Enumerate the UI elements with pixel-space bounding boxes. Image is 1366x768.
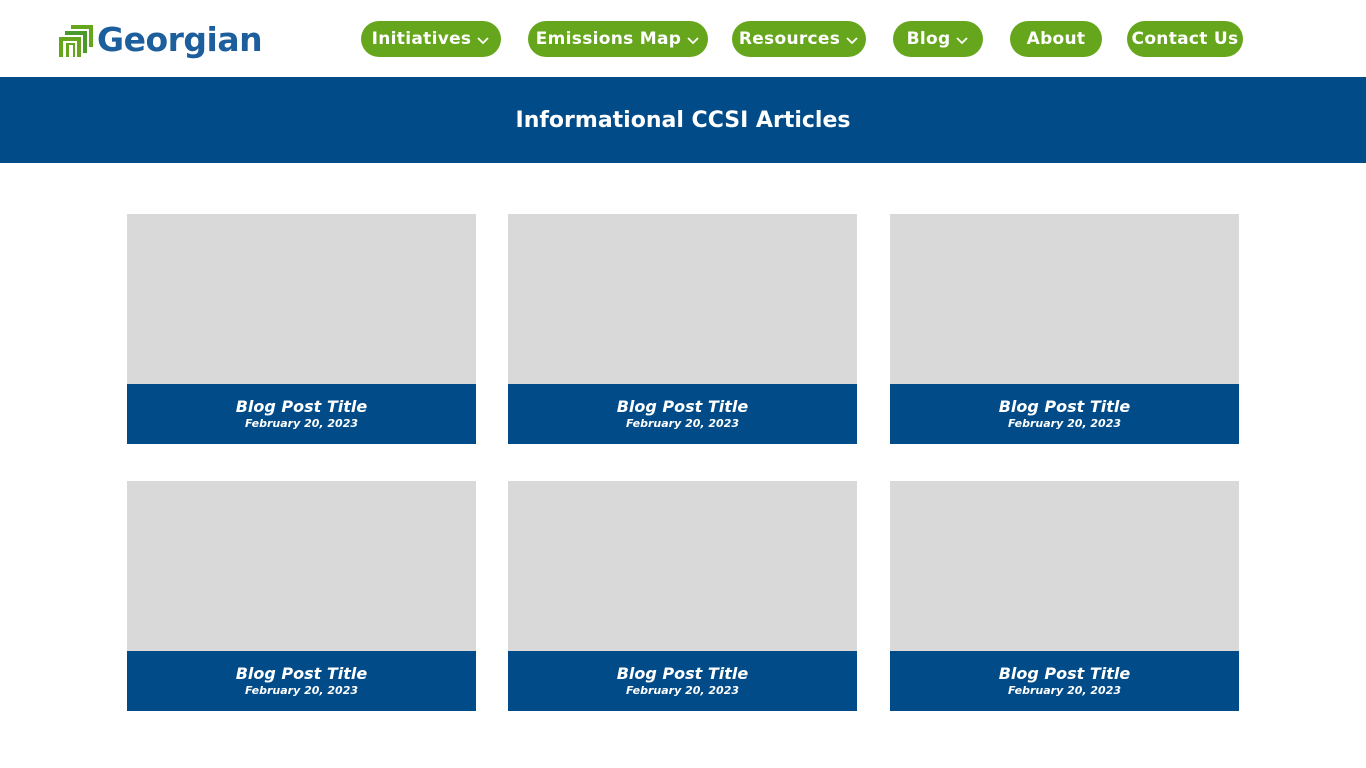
blog-post-card[interactable]: Blog Post Title February 20, 2023 [127, 481, 476, 711]
blog-post-card[interactable]: Blog Post Title February 20, 2023 [127, 214, 476, 444]
page-title: Informational CCSI Articles [515, 107, 851, 133]
georgian-logo[interactable]: Georgian [57, 16, 263, 62]
blog-post-date: February 20, 2023 [625, 684, 740, 697]
blog-post-image-placeholder [127, 481, 476, 651]
nav-initiatives-label: Initiatives [371, 29, 472, 49]
blog-post-image-placeholder [890, 481, 1239, 651]
blog-post-image-placeholder [508, 481, 857, 651]
blog-post-title: Blog Post Title [235, 664, 368, 683]
blog-post-caption: Blog Post Title February 20, 2023 [127, 651, 476, 711]
nav-blog-label: Blog [906, 29, 951, 49]
nav-about[interactable]: About [1010, 21, 1102, 57]
blog-post-title: Blog Post Title [998, 397, 1131, 416]
nav-resources[interactable]: Resources [732, 21, 866, 57]
nav-resources-label: Resources [738, 29, 841, 49]
blog-post-card[interactable]: Blog Post Title February 20, 2023 [890, 214, 1239, 444]
site-header: Georgian Initiatives Emissions Map Resou… [0, 0, 1366, 77]
blog-post-card[interactable]: Blog Post Title February 20, 2023 [890, 481, 1239, 711]
blog-post-date: February 20, 2023 [1007, 684, 1122, 697]
blog-post-title: Blog Post Title [235, 397, 368, 416]
logo-text: Georgian [97, 19, 263, 59]
blog-post-title: Blog Post Title [998, 664, 1131, 683]
nav-contact-us[interactable]: Contact Us [1127, 21, 1243, 57]
blog-post-card[interactable]: Blog Post Title February 20, 2023 [508, 214, 857, 444]
chevron-down-icon [477, 36, 489, 44]
blog-post-caption: Blog Post Title February 20, 2023 [508, 384, 857, 444]
blog-post-caption: Blog Post Title February 20, 2023 [127, 384, 476, 444]
blog-post-date: February 20, 2023 [1007, 417, 1122, 430]
blog-post-date: February 20, 2023 [625, 417, 740, 430]
page-banner: Informational CCSI Articles [0, 77, 1366, 163]
logo-mark-icon [59, 25, 93, 57]
nav-initiatives[interactable]: Initiatives [361, 21, 501, 57]
chevron-down-icon [956, 36, 969, 44]
blog-post-caption: Blog Post Title February 20, 2023 [890, 651, 1239, 711]
blog-post-image-placeholder [508, 214, 857, 384]
blog-post-image-placeholder [127, 214, 476, 384]
chevron-down-icon [687, 36, 699, 44]
blog-post-caption: Blog Post Title February 20, 2023 [508, 651, 857, 711]
nav-blog[interactable]: Blog [893, 21, 983, 57]
blog-post-date: February 20, 2023 [244, 684, 359, 697]
blog-post-image-placeholder [890, 214, 1239, 384]
blog-post-caption: Blog Post Title February 20, 2023 [890, 384, 1239, 444]
blog-post-title: Blog Post Title [616, 397, 749, 416]
chevron-down-icon [846, 36, 858, 44]
blog-post-title: Blog Post Title [616, 664, 749, 683]
nav-emissions-map-label: Emissions Map [535, 29, 682, 49]
blog-post-date: February 20, 2023 [244, 417, 359, 430]
blog-post-card[interactable]: Blog Post Title February 20, 2023 [508, 481, 857, 711]
nav-about-label: About [1026, 29, 1086, 49]
nav-contact-us-label: Contact Us [1131, 29, 1239, 49]
nav-emissions-map[interactable]: Emissions Map [528, 21, 708, 57]
